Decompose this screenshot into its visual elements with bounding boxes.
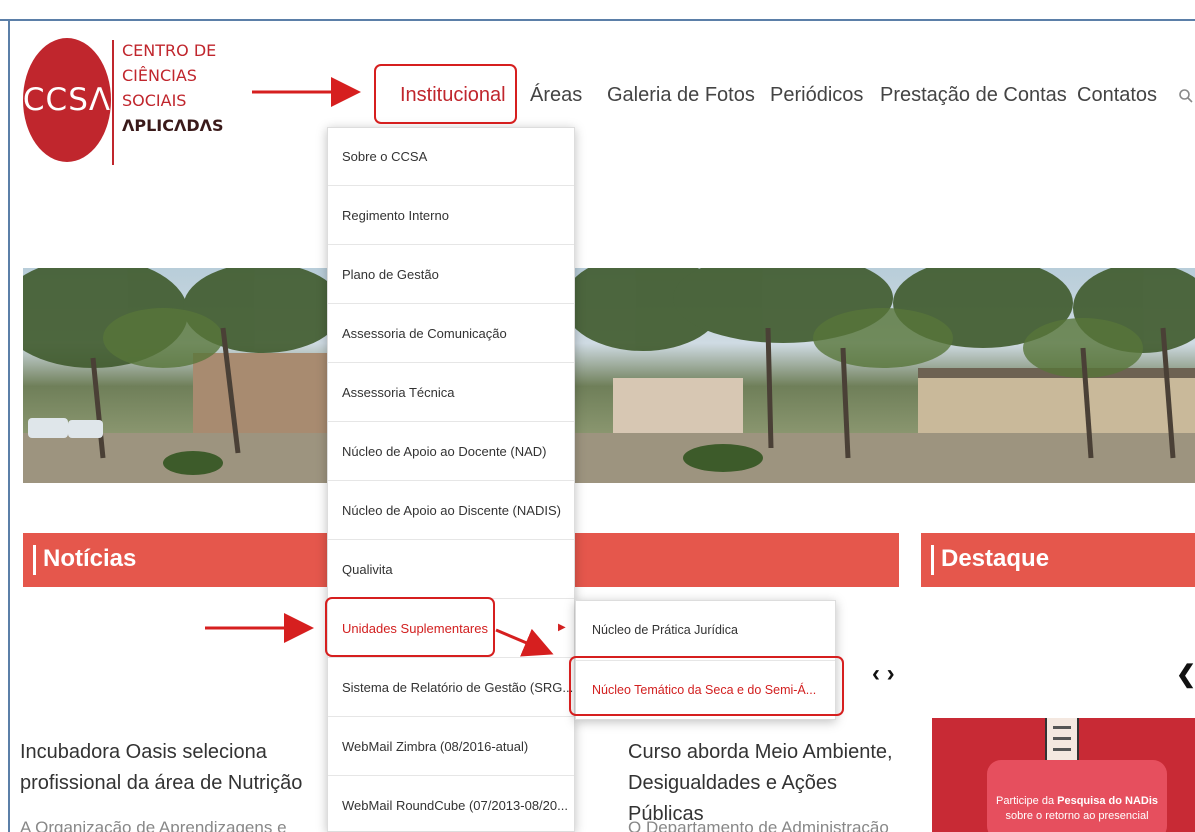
annotation-arrows [205, 77, 554, 657]
page: CCSΛ CENTRO DE CIÊNCIAS SOCIAIS ΛPLICΛDΛ… [0, 0, 1195, 832]
